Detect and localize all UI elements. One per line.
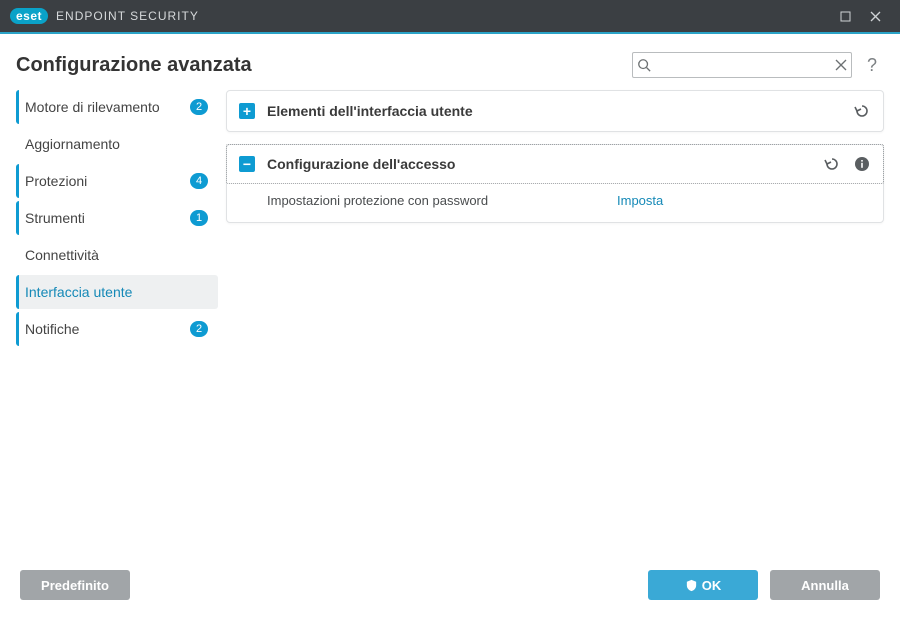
page-title: Configurazione avanzata [16,54,252,77]
panel-ui-elements: + Elementi dell'interfaccia utente [226,90,884,132]
sidebar-item-tools[interactable]: Strumenti 1 [16,201,218,235]
sidebar-item-connectivity[interactable]: Connettività [16,238,218,272]
sidebar-item-notifications[interactable]: Notifiche 2 [16,312,218,346]
panel-header-access-config[interactable]: − Configurazione dell'accesso [226,144,884,184]
sidebar-item-update[interactable]: Aggiornamento [16,127,218,161]
info-icon[interactable] [853,155,871,173]
sidebar: Motore di rilevamento 2 Aggiornamento Pr… [16,90,226,564]
panel-title: Elementi dell'interfaccia utente [267,103,853,119]
sidebar-item-protections[interactable]: Protezioni 4 [16,164,218,198]
revert-icon[interactable] [823,155,841,173]
ok-button-label: OK [702,578,722,593]
footer: Predefinito OK Annulla [0,564,900,620]
clear-search-icon[interactable] [835,59,847,71]
sidebar-badge: 2 [190,321,208,337]
sidebar-item-label: Strumenti [25,210,184,226]
sidebar-badge: 1 [190,210,208,226]
search-box[interactable] [632,52,852,78]
window-close-button[interactable] [860,0,890,32]
panel-access-config: − Configurazione dell'accesso Impostazio… [226,144,884,223]
brand-badge: eset [10,8,48,24]
panel-body-access-config: Impostazioni protezione con password Imp… [227,183,883,222]
search-icon [637,58,651,72]
default-button[interactable]: Predefinito [20,570,130,600]
shield-icon [685,579,698,592]
cancel-button[interactable]: Annulla [770,570,880,600]
sidebar-badge: 4 [190,173,208,189]
sidebar-badge: 2 [190,99,208,115]
sidebar-item-label: Protezioni [25,173,184,189]
sidebar-item-label: Aggiornamento [25,136,208,152]
titlebar: eset ENDPOINT SECURITY [0,0,900,32]
panel-header-ui-elements[interactable]: + Elementi dell'interfaccia utente [227,91,883,131]
sidebar-item-label: Connettività [25,247,208,263]
sidebar-item-user-interface[interactable]: Interfaccia utente [16,275,218,309]
revert-icon[interactable] [853,102,871,120]
product-name: ENDPOINT SECURITY [56,9,199,23]
ok-button[interactable]: OK [648,570,758,600]
search-input[interactable] [651,58,835,73]
sidebar-item-detection-engine[interactable]: Motore di rilevamento 2 [16,90,218,124]
help-button[interactable]: ? [860,53,884,77]
content-area: + Elementi dell'interfaccia utente − Con… [226,90,884,564]
expand-icon: + [239,103,255,119]
window-maximize-button[interactable] [830,0,860,32]
setting-action-set-password[interactable]: Imposta [617,193,663,208]
header-row: Configurazione avanzata ? [0,34,900,90]
sidebar-item-label: Interfaccia utente [25,284,208,300]
setting-label-password-protection: Impostazioni protezione con password [267,193,617,208]
collapse-icon: − [239,156,255,172]
panel-title: Configurazione dell'accesso [267,156,823,172]
sidebar-item-label: Notifiche [25,321,184,337]
sidebar-item-label: Motore di rilevamento [25,99,184,115]
